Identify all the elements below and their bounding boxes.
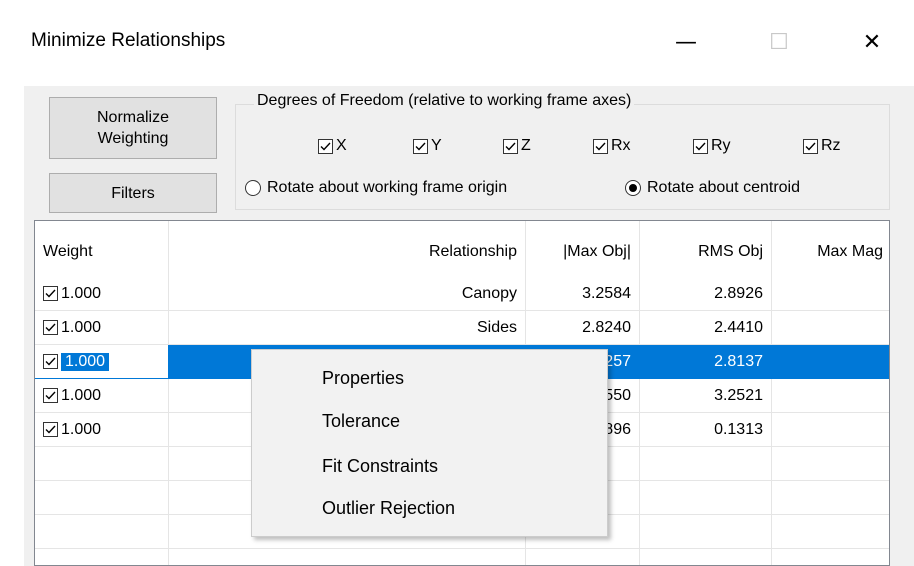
dof-checkbox-y[interactable]: Y — [413, 135, 442, 157]
dof-checkbox-rz[interactable]: Rz — [803, 135, 841, 157]
rotate-origin-label: Rotate about working frame origin — [267, 179, 508, 196]
checkbox-checked-icon — [593, 138, 608, 154]
empty-row — [35, 549, 889, 565]
menu-item-tolerance[interactable]: Tolerance — [252, 401, 607, 441]
dof-label-x: X — [336, 137, 347, 154]
dof-group-label: Degrees of Freedom (relative to working … — [254, 92, 635, 110]
context-menu: Properties Tolerance Fit Constraints Out… — [251, 349, 608, 537]
checkbox-checked-icon[interactable] — [43, 354, 58, 369]
dof-label-rz: Rz — [821, 137, 841, 154]
maximize-icon: ☐ — [769, 29, 789, 55]
max-obj-value: 3.2584 — [582, 284, 631, 302]
dof-label-rx: Rx — [611, 137, 631, 154]
close-icon: ✕ — [862, 29, 882, 55]
weight-value: 1.000 — [61, 284, 102, 302]
checkbox-checked-icon — [693, 138, 708, 154]
normalize-label-line2: Weighting — [97, 130, 169, 147]
filters-button[interactable]: Filters — [49, 173, 217, 213]
menu-item-fit-constraints[interactable]: Fit Constraints — [252, 446, 607, 486]
radio-rotate-centroid[interactable]: Rotate about centroid — [625, 177, 800, 199]
weight-value: 1.000 — [61, 420, 102, 438]
rms-obj-value: 0.1313 — [714, 420, 763, 438]
checkbox-checked-icon — [413, 138, 428, 154]
checkbox-checked-icon — [318, 138, 333, 154]
checkbox-checked-icon[interactable] — [43, 388, 58, 403]
rms-obj-value: 3.2521 — [714, 386, 763, 404]
radio-unselected-icon — [245, 180, 261, 196]
max-obj-value: 2.8240 — [582, 318, 631, 336]
table-row[interactable]: 1.000 Sides 2.8240 2.4410 — [35, 311, 889, 345]
dof-label-y: Y — [431, 137, 442, 154]
dof-checkbox-z[interactable]: Z — [503, 135, 531, 157]
relationship-name: Sides — [476, 318, 517, 336]
dof-label-ry: Ry — [711, 137, 731, 154]
menu-item-outlier-rejection[interactable]: Outlier Rejection — [252, 488, 607, 528]
relationship-name: Canopy — [461, 284, 517, 302]
radio-rotate-origin[interactable]: Rotate about working frame origin — [245, 177, 507, 199]
dof-checkbox-ry[interactable]: Ry — [693, 135, 731, 157]
column-header-weight[interactable]: Weight — [35, 221, 169, 283]
dof-checkbox-x[interactable]: X — [318, 135, 347, 157]
rotate-centroid-label: Rotate about centroid — [647, 179, 800, 196]
weight-value: 1.000 — [61, 318, 102, 336]
weight-value: 1.000 — [61, 352, 110, 371]
weight-value: 1.000 — [61, 386, 102, 404]
column-header-max-mag[interactable]: Max Mag — [772, 221, 889, 283]
checkbox-checked-icon — [803, 138, 818, 154]
column-header-relationship[interactable]: Relationship — [169, 221, 526, 283]
max-obj-value: 257 — [604, 352, 631, 370]
dof-label-z: Z — [521, 137, 531, 154]
checkbox-checked-icon[interactable] — [43, 320, 58, 335]
filters-label: Filters — [111, 184, 155, 202]
max-obj-value: 896 — [604, 420, 631, 438]
menu-item-properties[interactable]: Properties — [252, 358, 607, 398]
close-button[interactable]: ✕ — [850, 22, 894, 62]
rms-obj-value: 2.8137 — [714, 352, 763, 370]
max-obj-value: 550 — [604, 386, 631, 404]
normalize-label-line1: Normalize — [96, 109, 169, 126]
dof-checkbox-rx[interactable]: Rx — [593, 135, 631, 157]
window-title: Minimize Relationships — [31, 30, 226, 51]
checkbox-checked-icon — [503, 138, 518, 154]
radio-selected-icon — [625, 180, 641, 196]
minimize-button[interactable]: — — [664, 22, 708, 62]
normalize-weighting-button[interactable]: Normalize Weighting — [49, 97, 217, 159]
column-header-max-obj[interactable]: |Max Obj| — [526, 221, 640, 283]
rms-obj-value: 2.4410 — [714, 318, 763, 336]
maximize-button: ☐ — [757, 22, 801, 62]
column-header-rms-obj[interactable]: RMS Obj — [640, 221, 772, 283]
title-bar: Minimize Relationships — ☐ ✕ — [0, 0, 914, 86]
table-row[interactable]: 1.000 Canopy 3.2584 2.8926 — [35, 277, 889, 311]
checkbox-checked-icon[interactable] — [43, 422, 58, 437]
rms-obj-value: 2.8926 — [714, 284, 763, 302]
checkbox-checked-icon[interactable] — [43, 286, 58, 301]
minimize-icon: — — [675, 29, 697, 55]
table-header: Weight Relationship |Max Obj| RMS Obj Ma… — [35, 221, 889, 283]
